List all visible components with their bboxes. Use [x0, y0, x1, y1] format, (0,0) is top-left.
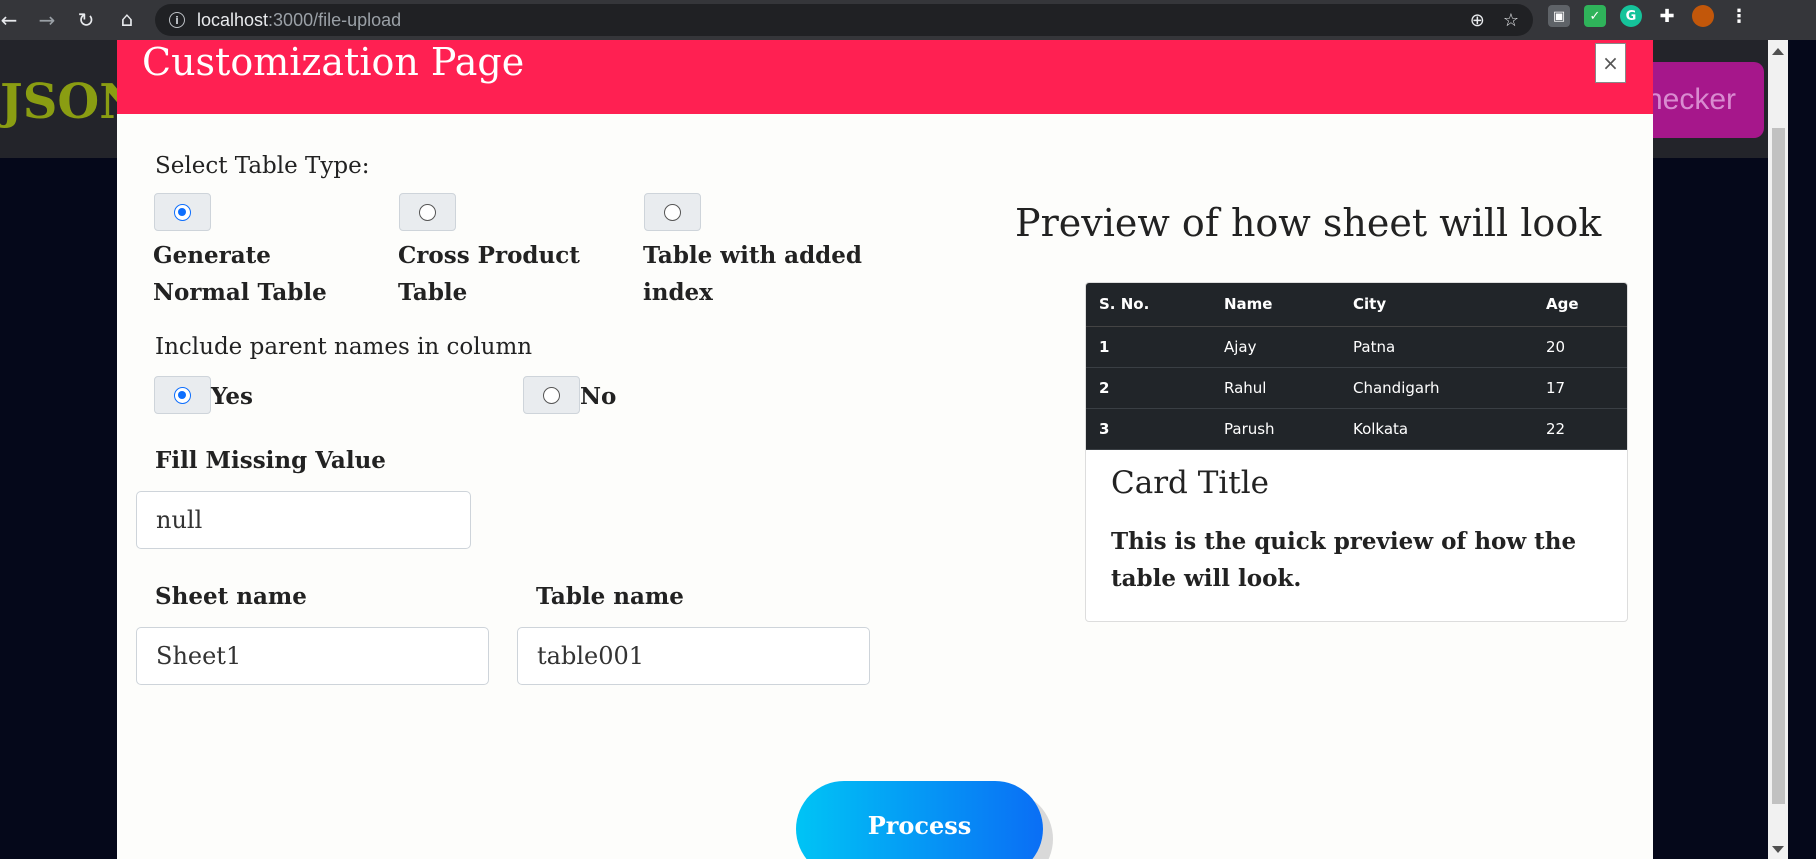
label-parent-yes: Yes: [211, 383, 254, 410]
label-generate-normal: Generate Normal Table: [153, 242, 327, 306]
browser-toolbar: ← → ↻ ⌂ i localhost:3000/file-upload ⊕ ☆…: [0, 0, 1816, 40]
card-text: This is the quick preview of how the tab…: [1111, 528, 1577, 592]
camera-extension-icon[interactable]: ▣: [1548, 5, 1570, 27]
table-cell: Patna: [1340, 326, 1533, 368]
url-text: localhost:3000/file-upload: [197, 10, 401, 31]
process-button[interactable]: Process: [796, 781, 1043, 859]
close-button[interactable]: ×: [1595, 43, 1626, 83]
table-cell: Kolkata: [1340, 408, 1533, 450]
bookmark-star-icon[interactable]: ☆: [1503, 10, 1519, 31]
table-cell: Chandigarh: [1340, 367, 1533, 409]
fill-missing-label: Fill Missing Value: [155, 447, 386, 474]
radio-added-index[interactable]: [644, 193, 701, 231]
radio-circle[interactable]: [543, 386, 560, 404]
table-cell: 2: [1086, 367, 1211, 409]
preview-title: Preview of how sheet will look: [1015, 201, 1602, 245]
reload-icon[interactable]: ↻: [71, 5, 101, 35]
column-header: City: [1340, 283, 1533, 327]
preview-card: S. No. Name City Age 1 Ajay Patna 20 2 R…: [1085, 282, 1628, 622]
table-row: 1 Ajay Patna 20: [1086, 326, 1627, 368]
forward-icon[interactable]: →: [32, 5, 62, 35]
radio-circle[interactable]: [419, 203, 436, 221]
table-cell: 1: [1086, 326, 1211, 368]
scrollbar[interactable]: [1768, 40, 1788, 859]
sheet-name-input[interactable]: Sheet1: [136, 627, 489, 685]
preview-table: S. No. Name City Age 1 Ajay Patna 20 2 R…: [1086, 283, 1627, 450]
table-type-label: Select Table Type:: [155, 153, 370, 179]
table-row: 2 Rahul Chandigarh 17: [1086, 367, 1627, 409]
zoom-icon[interactable]: ⊕: [1470, 10, 1485, 31]
extensions-puzzle-icon[interactable]: ✚: [1656, 5, 1678, 27]
label-parent-no: No: [580, 383, 617, 410]
label-cross-product: Cross Product Table: [398, 242, 580, 306]
card-title: Card Title: [1111, 465, 1270, 501]
radio-parent-no[interactable]: [523, 376, 580, 414]
radio-generate-normal[interactable]: [154, 193, 211, 231]
table-header-row: S. No. Name City Age: [1086, 283, 1627, 327]
site-info-icon[interactable]: i: [169, 12, 185, 28]
scroll-down-icon[interactable]: [1772, 846, 1784, 853]
radio-circle[interactable]: [174, 386, 191, 404]
modal-header: Customization Page ×: [117, 40, 1653, 114]
table-name-input[interactable]: table001: [517, 627, 870, 685]
table-cell: 3: [1086, 408, 1211, 450]
label-added-index: Table with added index: [643, 242, 862, 306]
address-bar[interactable]: i localhost:3000/file-upload ⊕ ☆: [155, 4, 1533, 36]
table-name-label: Table name: [536, 583, 684, 610]
table-cell: Rahul: [1211, 367, 1340, 409]
table-cell: Ajay: [1211, 326, 1340, 368]
checker-button[interactable]: necker: [1640, 62, 1764, 138]
column-header: S. No.: [1086, 283, 1211, 327]
scrollbar-thumb[interactable]: [1772, 128, 1785, 804]
sheet-name-label: Sheet name: [155, 583, 307, 610]
table-cell: 17: [1533, 367, 1627, 409]
column-header: Name: [1211, 283, 1340, 327]
column-header: Age: [1533, 283, 1627, 327]
fill-missing-input[interactable]: null: [136, 491, 471, 549]
table-cell: 20: [1533, 326, 1627, 368]
modal-title: Customization Page: [142, 40, 525, 84]
table-row: 3 Parush Kolkata 22: [1086, 408, 1627, 450]
table-cell: Parush: [1211, 408, 1340, 450]
profile-avatar[interactable]: [1692, 5, 1714, 27]
radio-parent-yes[interactable]: [154, 376, 211, 414]
parent-names-label: Include parent names in column: [155, 334, 533, 360]
radio-cross-product[interactable]: [399, 193, 456, 231]
table-cell: 22: [1533, 408, 1627, 450]
back-icon[interactable]: ←: [0, 5, 24, 35]
grammarly-extension-icon[interactable]: G: [1620, 5, 1642, 27]
radio-circle[interactable]: [174, 203, 191, 221]
radio-circle[interactable]: [664, 203, 681, 221]
customization-modal: Customization Page × Select Table Type: …: [117, 40, 1653, 859]
url-host: localhost: [197, 9, 269, 30]
menu-kebab-icon[interactable]: ⋮: [1728, 5, 1750, 27]
home-icon[interactable]: ⌂: [112, 4, 142, 34]
shield-extension-icon[interactable]: ✓: [1584, 5, 1606, 27]
url-path: :3000/file-upload: [268, 9, 402, 30]
scroll-up-icon[interactable]: [1772, 48, 1784, 55]
